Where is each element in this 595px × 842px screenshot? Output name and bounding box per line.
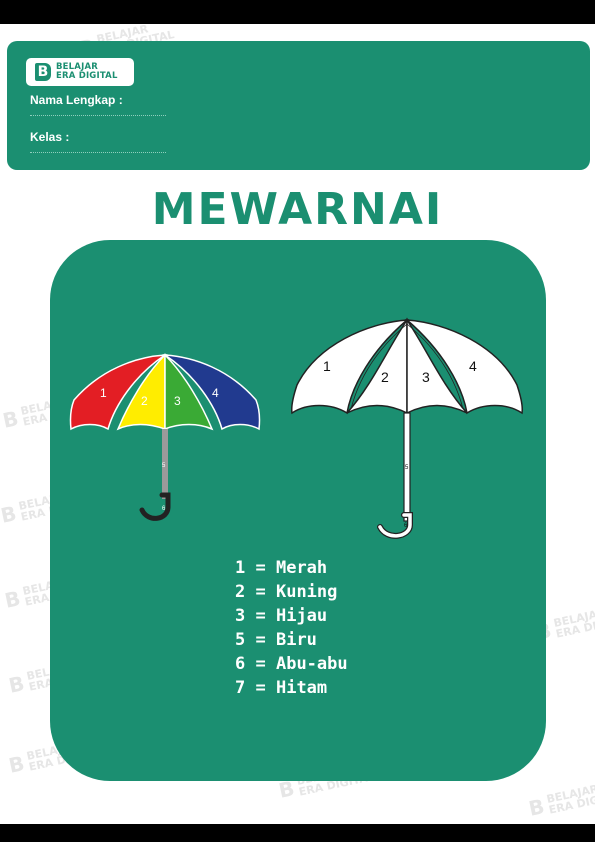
legend-row: 7 = Hitam [235, 678, 328, 698]
brand-mark-icon: B [35, 63, 51, 81]
page-title: MEWARNAI [151, 184, 444, 235]
brand-line2: ERA DIGITAL [56, 71, 118, 81]
student-info-header: B BELAJAR ERA DIGITAL Nama Lengkap : Kel… [7, 41, 590, 170]
legend-number: 5 [235, 630, 246, 650]
legend-number: 7 [235, 678, 246, 698]
top-black-bar [0, 0, 595, 24]
legend-row: 2 = Kuning [235, 582, 338, 602]
legend-color: Hijau [275, 606, 328, 626]
legend-number: 6 [235, 654, 246, 674]
legend-row: 6 = Abu-abu [235, 654, 348, 674]
colored-label-4: 4 [212, 386, 219, 400]
color-legend: 1 = Merah 2 = Kuning 3 = Hijau 5 = Biru … [235, 556, 348, 700]
colored-label-1: 1 [100, 386, 107, 400]
legend-row: 3 = Hijau [235, 606, 328, 626]
legend-number: 1 [235, 558, 246, 578]
legend-color: Abu-abu [275, 654, 348, 674]
outline-label-3: 3 [422, 369, 430, 385]
watermark-mark-icon: B [0, 405, 21, 433]
legend-number: 2 [235, 582, 246, 602]
watermark-mark-icon: B [2, 585, 23, 613]
watermark-mark-icon: B [6, 670, 27, 698]
watermark-logo: B BELAJARERA DIGITAL [526, 778, 595, 821]
legend-color: Biru [275, 630, 317, 650]
class-label: Kelas : [30, 130, 70, 144]
watermark-mark-icon: B [526, 793, 547, 821]
colored-canopy [69, 353, 261, 431]
colored-umbrella: 1 2 3 4 5 6 [69, 353, 261, 521]
outline-label-4: 4 [469, 358, 477, 374]
class-input-line[interactable] [30, 152, 166, 153]
outline-umbrella: 1 2 3 4 5 6 [291, 317, 523, 539]
watermark-mark-icon: B [0, 500, 19, 528]
name-label: Nama Lengkap : [30, 93, 123, 107]
outline-label-1: 1 [323, 358, 331, 374]
legend-row: 5 = Biru [235, 630, 317, 650]
legend-row: 1 = Merah [235, 558, 328, 578]
outline-label-2: 2 [381, 369, 389, 385]
bottom-black-bar [0, 824, 595, 842]
legend-color: Merah [275, 558, 328, 578]
watermark-mark-icon: B [6, 750, 27, 778]
legend-color: Kuning [275, 582, 338, 602]
colored-label-2: 2 [141, 394, 148, 408]
watermark-mark-icon: B [276, 775, 297, 803]
legend-number: 3 [235, 606, 246, 626]
colored-label-3: 3 [174, 394, 181, 408]
legend-color: Hitam [275, 678, 328, 698]
brand-logo: B BELAJAR ERA DIGITAL [26, 58, 134, 86]
name-input-line[interactable] [30, 115, 166, 116]
